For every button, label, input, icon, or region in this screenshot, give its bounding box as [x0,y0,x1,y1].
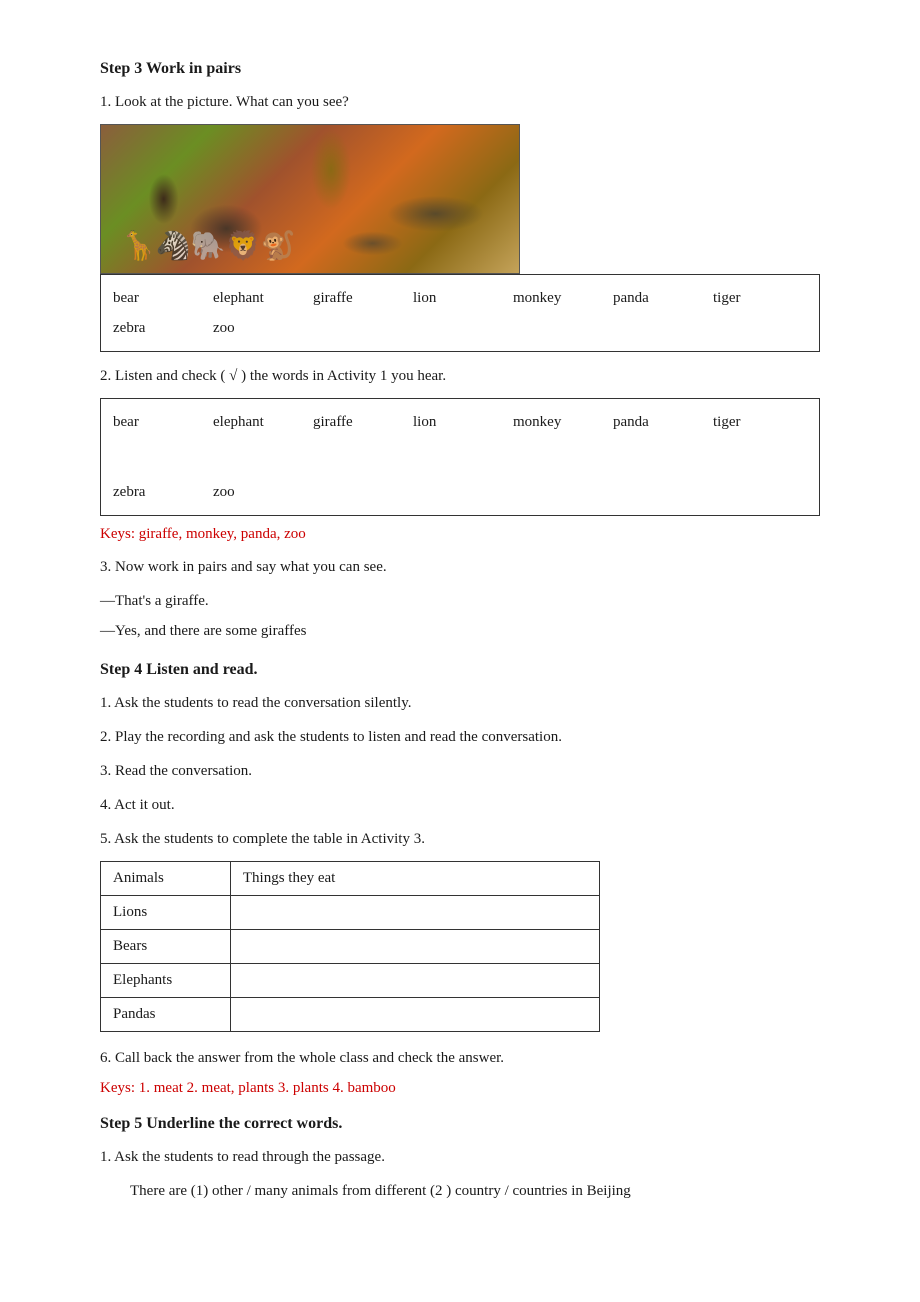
animal-image [100,124,520,274]
word-zoo: zoo [213,313,273,343]
cell-lions-animal: Lions [101,896,231,930]
table-row-pandas: Pandas [101,998,600,1032]
table-header-row: Animals Things they eat [101,862,600,896]
cell-pandas-food [230,998,599,1032]
dialogue-2: —Yes, and there are some giraffes [100,619,820,643]
step5-q1: 1. Ask the students to read through the … [100,1145,820,1169]
step4-item3: 3. Read the conversation. [100,759,820,783]
table-row-bears: Bears [101,930,600,964]
word-panda: panda [613,283,673,313]
word-bear: bear [113,283,173,313]
word-lion: lion [413,283,473,313]
header-food: Things they eat [230,862,599,896]
word-box-1: bear elephant giraffe lion monkey panda … [100,274,820,352]
word-elephant: elephant [213,283,273,313]
step3-q1: 1. Look at the picture. What can you see… [100,90,820,114]
word-row-2: zebra zoo [113,313,807,343]
q2-prefix: 2. Listen and check ( [100,368,225,384]
wb2-giraffe: giraffe [313,407,373,437]
step4-item2: 2. Play the recording and ask the studen… [100,725,820,749]
word-tiger: tiger [713,283,773,313]
word-row-3: bear elephant giraffe lion monkey panda … [113,407,807,507]
word-box-2: bear elephant giraffe lion monkey panda … [100,398,820,516]
wb2-lion: lion [413,407,473,437]
header-animals: Animals [101,862,231,896]
wb2-elephant: elephant [213,407,273,437]
q2-check: √ [225,368,237,384]
wb2-monkey: monkey [513,407,573,437]
step4-item4: 4. Act it out. [100,793,820,817]
step4-item1: 1. Ask the students to read the conversa… [100,691,820,715]
step5-heading: Step 5 Underline the correct words. [100,1115,820,1133]
table-row-lions: Lions [101,896,600,930]
cell-lions-food [230,896,599,930]
q2-suffix: ) the words in Activity 1 you hear. [237,368,446,384]
step4-q6: 6. Call back the answer from the whole c… [100,1046,820,1070]
step3-heading: Step 3 Work in pairs [100,60,820,78]
cell-elephants-food [230,964,599,998]
cell-bears-animal: Bears [101,930,231,964]
word-zebra: zebra [113,313,173,343]
keys-1: Keys: giraffe, monkey, panda, zoo [100,526,820,543]
wb2-tiger: tiger [713,407,773,437]
wb2-bear: bear [113,407,173,437]
cell-bears-food [230,930,599,964]
wb2-panda: panda [613,407,673,437]
wb2-zoo: zoo [213,477,273,507]
word-giraffe: giraffe [313,283,373,313]
step3-q3: 3. Now work in pairs and say what you ca… [100,555,820,579]
table-row-elephants: Elephants [101,964,600,998]
step4-heading: Step 4 Listen and read. [100,661,820,679]
dialogue-1: —That's a giraffe. [100,589,820,613]
word-monkey: monkey [513,283,573,313]
cell-pandas-animal: Pandas [101,998,231,1032]
word-row-1: bear elephant giraffe lion monkey panda … [113,283,807,313]
cell-elephants-animal: Elephants [101,964,231,998]
animals-table: Animals Things they eat Lions Bears Elep… [100,861,600,1032]
step4-item5: 5. Ask the students to complete the tabl… [100,827,820,851]
wb2-zebra: zebra [113,477,173,507]
step3-q2: 2. Listen and check ( √ ) the words in A… [100,364,820,388]
keys-2: Keys: 1. meat 2. meat, plants 3. plants … [100,1080,820,1097]
activity-table: Animals Things they eat Lions Bears Elep… [100,861,820,1032]
step5-passage: There are (1) other / many animals from … [100,1179,820,1203]
